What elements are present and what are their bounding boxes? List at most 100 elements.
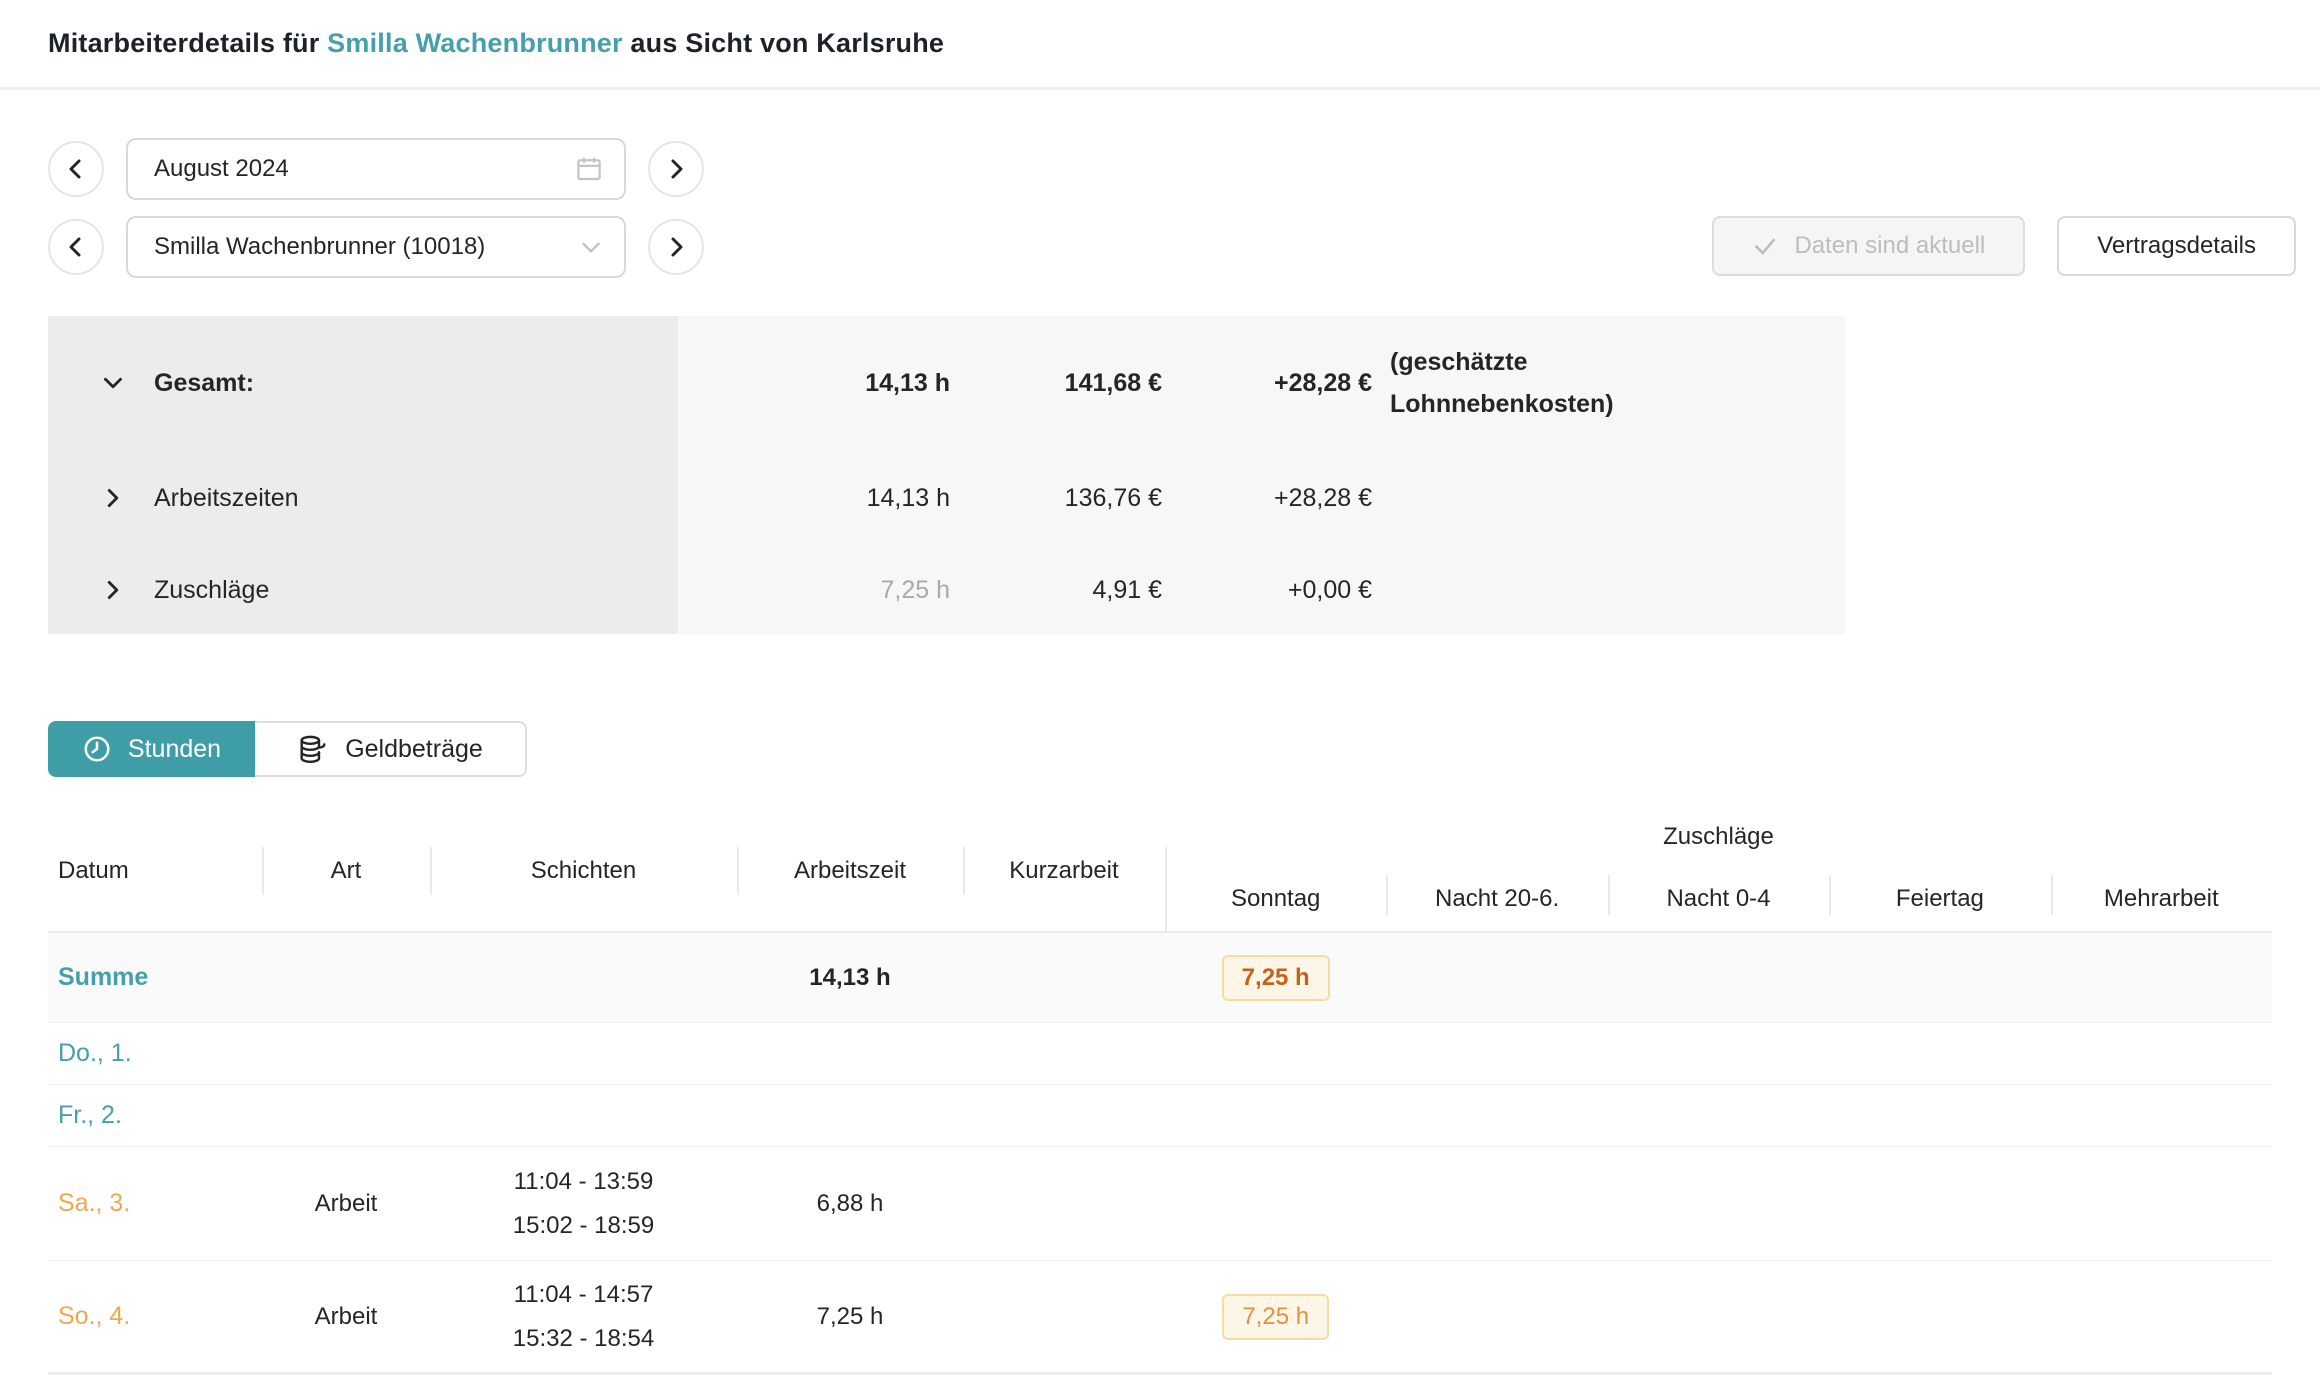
chevron-right-icon <box>100 577 126 603</box>
col-header-feiertag: Feiertag <box>1829 865 2050 933</box>
gesamt-label: Gesamt: <box>154 369 254 398</box>
schichten-cell: 11:04 - 14:57 15:32 - 18:54 <box>430 1273 737 1361</box>
column-divider <box>430 847 432 895</box>
arbeitszeiten-label: Arbeitszeiten <box>154 484 299 513</box>
gesamt-extra: +28,28 € <box>1162 369 1372 398</box>
date-link[interactable]: Fr., 2. <box>48 1101 262 1130</box>
column-divider <box>262 847 264 895</box>
page-header: Mitarbeiterdetails für Smilla Wachenbrun… <box>0 0 2320 90</box>
table-row-summe: Summe 14,13 h 7,25 h <box>48 933 2272 1023</box>
col-header-art: Art <box>262 809 430 933</box>
summary-row-zuschlaege: Zuschläge 7,25 h 4,91 € +0,00 € <box>48 546 1845 634</box>
prev-employee-button[interactable] <box>48 219 104 275</box>
sonntag-badge: 7,25 h <box>1222 1294 1329 1340</box>
zuschlaege-extra: +0,00 € <box>1162 576 1372 605</box>
data-current-label: Daten sind aktuell <box>1794 232 1985 260</box>
coins-icon <box>297 733 329 765</box>
hours-table: Datum Art Schichten Arbeitszeit Kurzarbe… <box>48 809 2272 1375</box>
column-divider <box>737 847 739 895</box>
arbeitszeiten-extra: +28,28 € <box>1162 484 1372 513</box>
chevron-left-icon <box>64 235 88 259</box>
title-suffix: aus Sicht von Karlsruhe <box>623 28 944 58</box>
controls-section: Smilla Wachenbrunner (10018) Daten sind … <box>48 138 2296 278</box>
zuschlaege-column-group: Zuschläge Sonntag Nacht 20-6. Nacht 0-4 … <box>1165 809 2272 933</box>
gesamt-note: (geschätzte Lohnnebenkosten) <box>1372 341 1845 425</box>
employee-select[interactable]: Smilla Wachenbrunner (10018) <box>126 216 626 278</box>
shift-interval: 11:04 - 14:57 <box>430 1273 737 1317</box>
title-prefix: Mitarbeiterdetails für <box>48 28 327 58</box>
col-header-datum: Datum <box>48 809 262 933</box>
date-link[interactable]: Sa., 3. <box>48 1189 262 1218</box>
zuschlaege-amount: 4,91 € <box>950 576 1162 605</box>
tab-geldbetraege-label: Geldbeträge <box>345 735 483 764</box>
date-link[interactable]: So., 4. <box>48 1302 262 1331</box>
chevron-right-icon <box>100 485 126 511</box>
arbeitszeiten-toggle[interactable]: Arbeitszeiten <box>48 450 678 546</box>
arbeitszeit-cell: 7,25 h <box>737 1303 963 1331</box>
gesamt-toggle[interactable]: Gesamt: <box>48 316 678 450</box>
tab-stunden-label: Stunden <box>128 735 221 764</box>
chevron-down-icon <box>100 370 126 396</box>
chevron-left-icon <box>64 157 88 181</box>
col-header-arbeitszeit: Arbeitszeit <box>737 809 963 933</box>
table-row: Fr., 2. <box>48 1085 2272 1147</box>
chevron-right-icon <box>664 235 688 259</box>
chevron-down-icon <box>578 234 604 260</box>
contract-details-button[interactable]: Vertragsdetails <box>2057 216 2296 276</box>
arbeitszeiten-hours: 14,13 h <box>678 484 950 513</box>
schichten-cell: 11:04 - 13:59 15:02 - 18:59 <box>430 1160 737 1248</box>
column-divider <box>2051 875 2053 915</box>
data-current-button: Daten sind aktuell <box>1712 216 2025 276</box>
summary-panel: Gesamt: 14,13 h 141,68 € +28,28 € (gesch… <box>48 316 1845 634</box>
table-row: Sa., 3. Arbeit 11:04 - 13:59 15:02 - 18:… <box>48 1147 2272 1261</box>
group-header-zuschlaege: Zuschläge <box>1165 809 2272 865</box>
view-tabs: Stunden Geldbeträge <box>48 721 2320 777</box>
next-month-button[interactable] <box>648 141 704 197</box>
arbeitszeit-cell: 6,88 h <box>737 1190 963 1218</box>
shift-interval: 11:04 - 13:59 <box>430 1160 737 1204</box>
column-divider <box>963 847 965 895</box>
contract-details-label: Vertragsdetails <box>2097 232 2256 260</box>
zuschlaege-subcolumns: Sonntag Nacht 20-6. Nacht 0-4 Feiertag M… <box>1165 865 2272 933</box>
column-divider <box>1829 875 1831 915</box>
calendar-icon <box>574 154 604 184</box>
col-header-nacht-0-4: Nacht 0-4 <box>1608 865 1829 933</box>
month-input[interactable] <box>154 155 562 183</box>
arbeitszeiten-amount: 136,76 € <box>950 484 1162 513</box>
table-row: Do., 1. <box>48 1023 2272 1085</box>
art-cell: Arbeit <box>262 1190 430 1218</box>
art-cell: Arbeit <box>262 1303 430 1331</box>
summe-arbeitszeit: 14,13 h <box>737 964 963 992</box>
chevron-right-icon <box>664 157 688 181</box>
header-actions: Daten sind aktuell Vertragsdetails <box>1712 216 2296 276</box>
summe-label: Summe <box>48 963 262 992</box>
zuschlaege-label: Zuschläge <box>154 576 269 605</box>
tab-stunden[interactable]: Stunden <box>48 721 255 777</box>
col-header-schichten: Schichten <box>430 809 737 933</box>
column-divider <box>1608 875 1610 915</box>
summary-row-gesamt: Gesamt: 14,13 h 141,68 € +28,28 € (gesch… <box>48 316 1845 450</box>
check-icon <box>1752 233 1778 259</box>
shift-interval: 15:32 - 18:54 <box>430 1317 737 1361</box>
table-row: So., 4. Arbeit 11:04 - 14:57 15:32 - 18:… <box>48 1261 2272 1375</box>
table-header: Datum Art Schichten Arbeitszeit Kurzarbe… <box>48 809 2272 933</box>
month-picker-field[interactable] <box>126 138 626 200</box>
page-title: Mitarbeiterdetails für Smilla Wachenbrun… <box>48 28 944 59</box>
col-header-kurzarbeit: Kurzarbeit <box>963 809 1165 933</box>
tab-geldbetraege[interactable]: Geldbeträge <box>255 721 527 777</box>
gesamt-amount: 141,68 € <box>950 369 1162 398</box>
prev-month-button[interactable] <box>48 141 104 197</box>
zuschlaege-hours: 7,25 h <box>678 576 950 605</box>
sonntag-total-badge: 7,25 h <box>1222 955 1330 1001</box>
month-nav-row <box>48 138 2296 200</box>
date-link[interactable]: Do., 1. <box>48 1039 262 1068</box>
col-header-nacht-20-6: Nacht 20-6. <box>1386 865 1607 933</box>
gesamt-hours: 14,13 h <box>678 369 950 398</box>
next-employee-button[interactable] <box>648 219 704 275</box>
employee-name-link[interactable]: Smilla Wachenbrunner <box>327 28 623 58</box>
col-header-sonntag: Sonntag <box>1165 865 1386 933</box>
shift-interval: 15:02 - 18:59 <box>430 1204 737 1248</box>
clock-icon <box>82 734 112 764</box>
column-divider <box>1386 875 1388 915</box>
zuschlaege-toggle[interactable]: Zuschläge <box>48 546 678 634</box>
